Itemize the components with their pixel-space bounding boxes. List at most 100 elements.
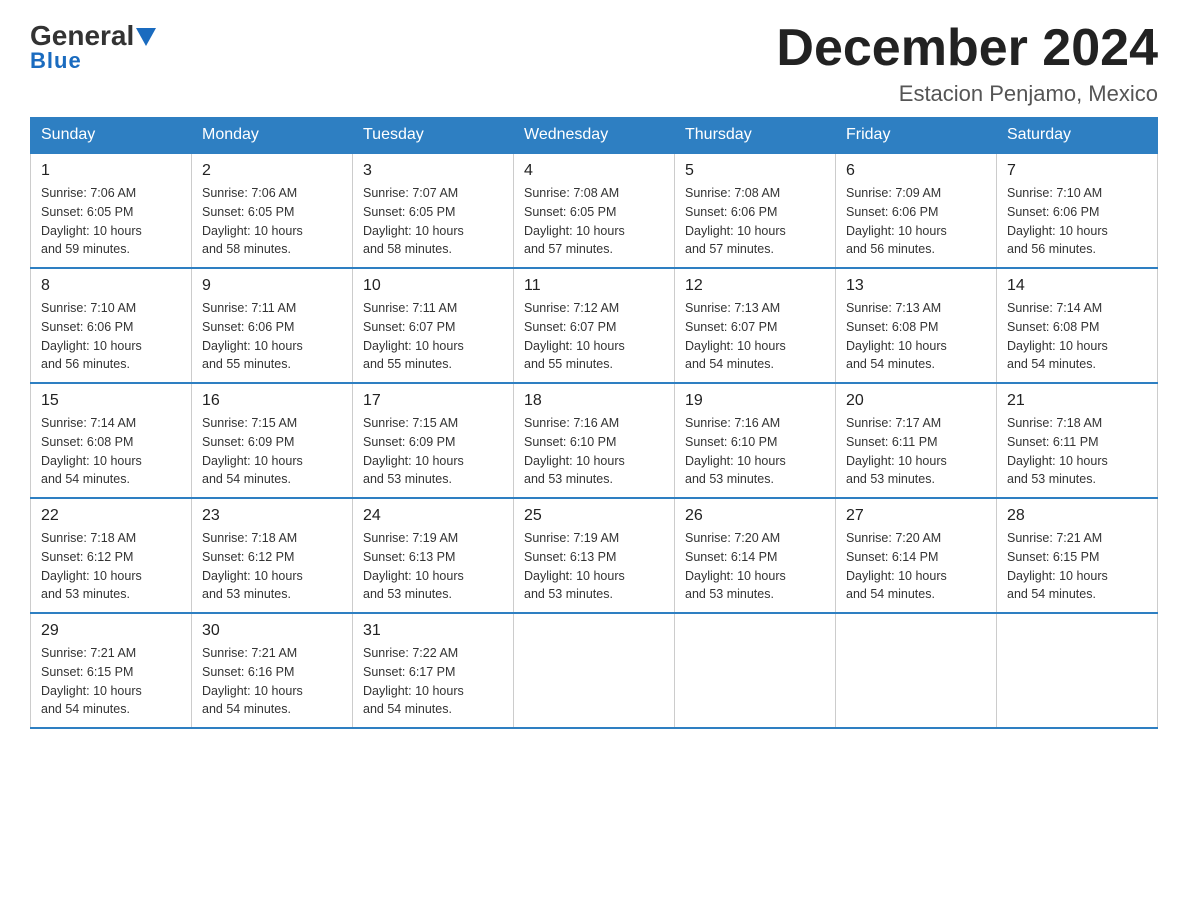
day-info: Sunrise: 7:08 AM Sunset: 6:05 PM Dayligh…	[524, 184, 664, 259]
calendar-cell: 16 Sunrise: 7:15 AM Sunset: 6:09 PM Dayl…	[192, 383, 353, 498]
day-number: 21	[1007, 392, 1147, 410]
day-info: Sunrise: 7:06 AM Sunset: 6:05 PM Dayligh…	[202, 184, 342, 259]
day-info: Sunrise: 7:19 AM Sunset: 6:13 PM Dayligh…	[524, 529, 664, 604]
day-info: Sunrise: 7:06 AM Sunset: 6:05 PM Dayligh…	[41, 184, 181, 259]
calendar-header-sunday: Sunday	[31, 118, 192, 154]
calendar-table: SundayMondayTuesdayWednesdayThursdayFrid…	[30, 117, 1158, 729]
day-number: 14	[1007, 277, 1147, 295]
calendar-cell: 25 Sunrise: 7:19 AM Sunset: 6:13 PM Dayl…	[514, 498, 675, 613]
day-info: Sunrise: 7:08 AM Sunset: 6:06 PM Dayligh…	[685, 184, 825, 259]
calendar-header-saturday: Saturday	[997, 118, 1158, 154]
calendar-header-thursday: Thursday	[675, 118, 836, 154]
day-number: 12	[685, 277, 825, 295]
day-number: 26	[685, 507, 825, 525]
day-info: Sunrise: 7:16 AM Sunset: 6:10 PM Dayligh…	[685, 414, 825, 489]
day-info: Sunrise: 7:21 AM Sunset: 6:15 PM Dayligh…	[41, 644, 181, 719]
calendar-cell: 8 Sunrise: 7:10 AM Sunset: 6:06 PM Dayli…	[31, 268, 192, 383]
calendar-cell: 17 Sunrise: 7:15 AM Sunset: 6:09 PM Dayl…	[353, 383, 514, 498]
calendar-cell: 10 Sunrise: 7:11 AM Sunset: 6:07 PM Dayl…	[353, 268, 514, 383]
day-info: Sunrise: 7:18 AM Sunset: 6:11 PM Dayligh…	[1007, 414, 1147, 489]
calendar-cell: 15 Sunrise: 7:14 AM Sunset: 6:08 PM Dayl…	[31, 383, 192, 498]
day-number: 8	[41, 277, 181, 295]
calendar-cell: 1 Sunrise: 7:06 AM Sunset: 6:05 PM Dayli…	[31, 153, 192, 268]
calendar-cell: 30 Sunrise: 7:21 AM Sunset: 6:16 PM Dayl…	[192, 613, 353, 728]
calendar-cell	[514, 613, 675, 728]
calendar-week-row: 15 Sunrise: 7:14 AM Sunset: 6:08 PM Dayl…	[31, 383, 1158, 498]
day-info: Sunrise: 7:13 AM Sunset: 6:07 PM Dayligh…	[685, 299, 825, 374]
calendar-week-row: 22 Sunrise: 7:18 AM Sunset: 6:12 PM Dayl…	[31, 498, 1158, 613]
day-info: Sunrise: 7:19 AM Sunset: 6:13 PM Dayligh…	[363, 529, 503, 604]
calendar-week-row: 8 Sunrise: 7:10 AM Sunset: 6:06 PM Dayli…	[31, 268, 1158, 383]
title-section: December 2024 Estacion Penjamo, Mexico	[776, 20, 1158, 107]
calendar-cell: 4 Sunrise: 7:08 AM Sunset: 6:05 PM Dayli…	[514, 153, 675, 268]
day-info: Sunrise: 7:15 AM Sunset: 6:09 PM Dayligh…	[363, 414, 503, 489]
day-number: 17	[363, 392, 503, 410]
day-number: 30	[202, 622, 342, 640]
calendar-week-row: 29 Sunrise: 7:21 AM Sunset: 6:15 PM Dayl…	[31, 613, 1158, 728]
day-number: 25	[524, 507, 664, 525]
day-info: Sunrise: 7:22 AM Sunset: 6:17 PM Dayligh…	[363, 644, 503, 719]
calendar-cell: 5 Sunrise: 7:08 AM Sunset: 6:06 PM Dayli…	[675, 153, 836, 268]
calendar-cell: 28 Sunrise: 7:21 AM Sunset: 6:15 PM Dayl…	[997, 498, 1158, 613]
day-info: Sunrise: 7:18 AM Sunset: 6:12 PM Dayligh…	[41, 529, 181, 604]
day-info: Sunrise: 7:21 AM Sunset: 6:16 PM Dayligh…	[202, 644, 342, 719]
day-info: Sunrise: 7:13 AM Sunset: 6:08 PM Dayligh…	[846, 299, 986, 374]
calendar-header-friday: Friday	[836, 118, 997, 154]
day-number: 31	[363, 622, 503, 640]
calendar-cell: 2 Sunrise: 7:06 AM Sunset: 6:05 PM Dayli…	[192, 153, 353, 268]
day-number: 1	[41, 162, 181, 180]
calendar-cell: 23 Sunrise: 7:18 AM Sunset: 6:12 PM Dayl…	[192, 498, 353, 613]
day-number: 6	[846, 162, 986, 180]
logo-blue-text: Blue	[30, 48, 82, 74]
calendar-cell: 7 Sunrise: 7:10 AM Sunset: 6:06 PM Dayli…	[997, 153, 1158, 268]
day-info: Sunrise: 7:14 AM Sunset: 6:08 PM Dayligh…	[1007, 299, 1147, 374]
day-info: Sunrise: 7:16 AM Sunset: 6:10 PM Dayligh…	[524, 414, 664, 489]
day-info: Sunrise: 7:12 AM Sunset: 6:07 PM Dayligh…	[524, 299, 664, 374]
day-number: 16	[202, 392, 342, 410]
calendar-cell: 26 Sunrise: 7:20 AM Sunset: 6:14 PM Dayl…	[675, 498, 836, 613]
day-number: 5	[685, 162, 825, 180]
day-number: 24	[363, 507, 503, 525]
day-number: 4	[524, 162, 664, 180]
day-number: 27	[846, 507, 986, 525]
day-info: Sunrise: 7:17 AM Sunset: 6:11 PM Dayligh…	[846, 414, 986, 489]
day-number: 22	[41, 507, 181, 525]
calendar-cell: 11 Sunrise: 7:12 AM Sunset: 6:07 PM Dayl…	[514, 268, 675, 383]
calendar-cell	[997, 613, 1158, 728]
calendar-cell: 3 Sunrise: 7:07 AM Sunset: 6:05 PM Dayli…	[353, 153, 514, 268]
day-number: 28	[1007, 507, 1147, 525]
day-number: 13	[846, 277, 986, 295]
calendar-cell: 13 Sunrise: 7:13 AM Sunset: 6:08 PM Dayl…	[836, 268, 997, 383]
day-number: 20	[846, 392, 986, 410]
day-info: Sunrise: 7:10 AM Sunset: 6:06 PM Dayligh…	[1007, 184, 1147, 259]
day-number: 9	[202, 277, 342, 295]
calendar-cell: 14 Sunrise: 7:14 AM Sunset: 6:08 PM Dayl…	[997, 268, 1158, 383]
day-number: 23	[202, 507, 342, 525]
day-number: 19	[685, 392, 825, 410]
day-info: Sunrise: 7:11 AM Sunset: 6:06 PM Dayligh…	[202, 299, 342, 374]
day-info: Sunrise: 7:09 AM Sunset: 6:06 PM Dayligh…	[846, 184, 986, 259]
day-info: Sunrise: 7:20 AM Sunset: 6:14 PM Dayligh…	[846, 529, 986, 604]
day-info: Sunrise: 7:14 AM Sunset: 6:08 PM Dayligh…	[41, 414, 181, 489]
calendar-header-tuesday: Tuesday	[353, 118, 514, 154]
calendar-cell	[836, 613, 997, 728]
page-header: General Blue December 2024 Estacion Penj…	[30, 20, 1158, 107]
day-info: Sunrise: 7:18 AM Sunset: 6:12 PM Dayligh…	[202, 529, 342, 604]
day-info: Sunrise: 7:11 AM Sunset: 6:07 PM Dayligh…	[363, 299, 503, 374]
day-info: Sunrise: 7:10 AM Sunset: 6:06 PM Dayligh…	[41, 299, 181, 374]
logo-triangle-icon	[136, 28, 156, 46]
calendar-cell: 22 Sunrise: 7:18 AM Sunset: 6:12 PM Dayl…	[31, 498, 192, 613]
calendar-cell: 21 Sunrise: 7:18 AM Sunset: 6:11 PM Dayl…	[997, 383, 1158, 498]
day-number: 11	[524, 277, 664, 295]
day-info: Sunrise: 7:07 AM Sunset: 6:05 PM Dayligh…	[363, 184, 503, 259]
calendar-week-row: 1 Sunrise: 7:06 AM Sunset: 6:05 PM Dayli…	[31, 153, 1158, 268]
calendar-cell	[675, 613, 836, 728]
calendar-header-row: SundayMondayTuesdayWednesdayThursdayFrid…	[31, 118, 1158, 154]
day-info: Sunrise: 7:20 AM Sunset: 6:14 PM Dayligh…	[685, 529, 825, 604]
calendar-cell: 19 Sunrise: 7:16 AM Sunset: 6:10 PM Dayl…	[675, 383, 836, 498]
calendar-header-monday: Monday	[192, 118, 353, 154]
calendar-header-wednesday: Wednesday	[514, 118, 675, 154]
calendar-cell: 24 Sunrise: 7:19 AM Sunset: 6:13 PM Dayl…	[353, 498, 514, 613]
logo: General Blue	[30, 20, 156, 74]
calendar-cell: 6 Sunrise: 7:09 AM Sunset: 6:06 PM Dayli…	[836, 153, 997, 268]
